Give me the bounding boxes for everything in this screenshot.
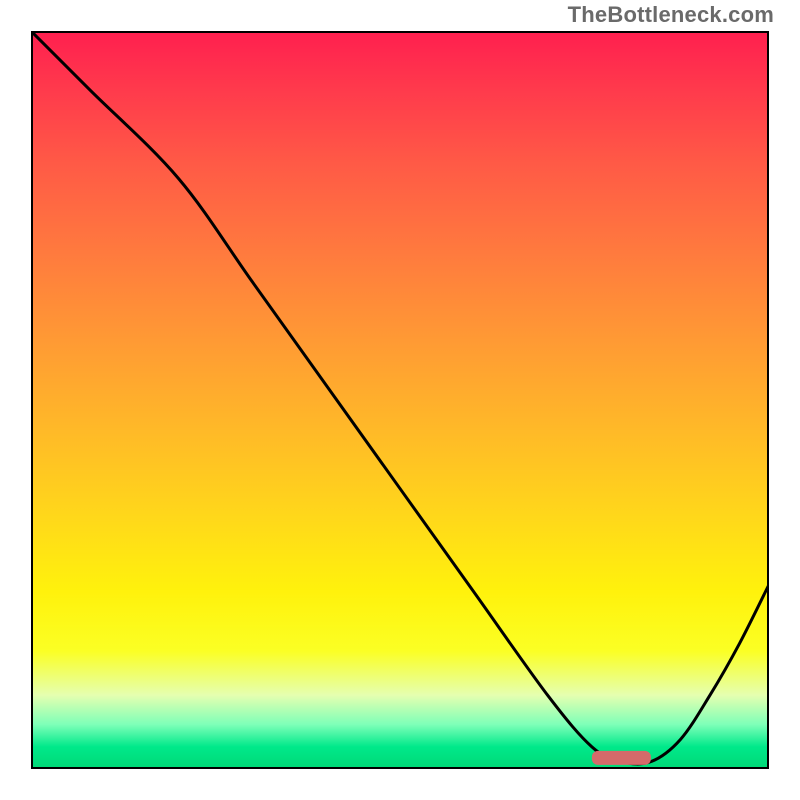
plot-background bbox=[31, 31, 769, 769]
chart-svg bbox=[31, 31, 769, 769]
watermark-text: TheBottleneck.com bbox=[568, 2, 774, 28]
optimal-range-marker bbox=[592, 751, 651, 765]
bottleneck-curve bbox=[31, 31, 769, 764]
root: TheBottleneck.com bbox=[0, 0, 800, 800]
